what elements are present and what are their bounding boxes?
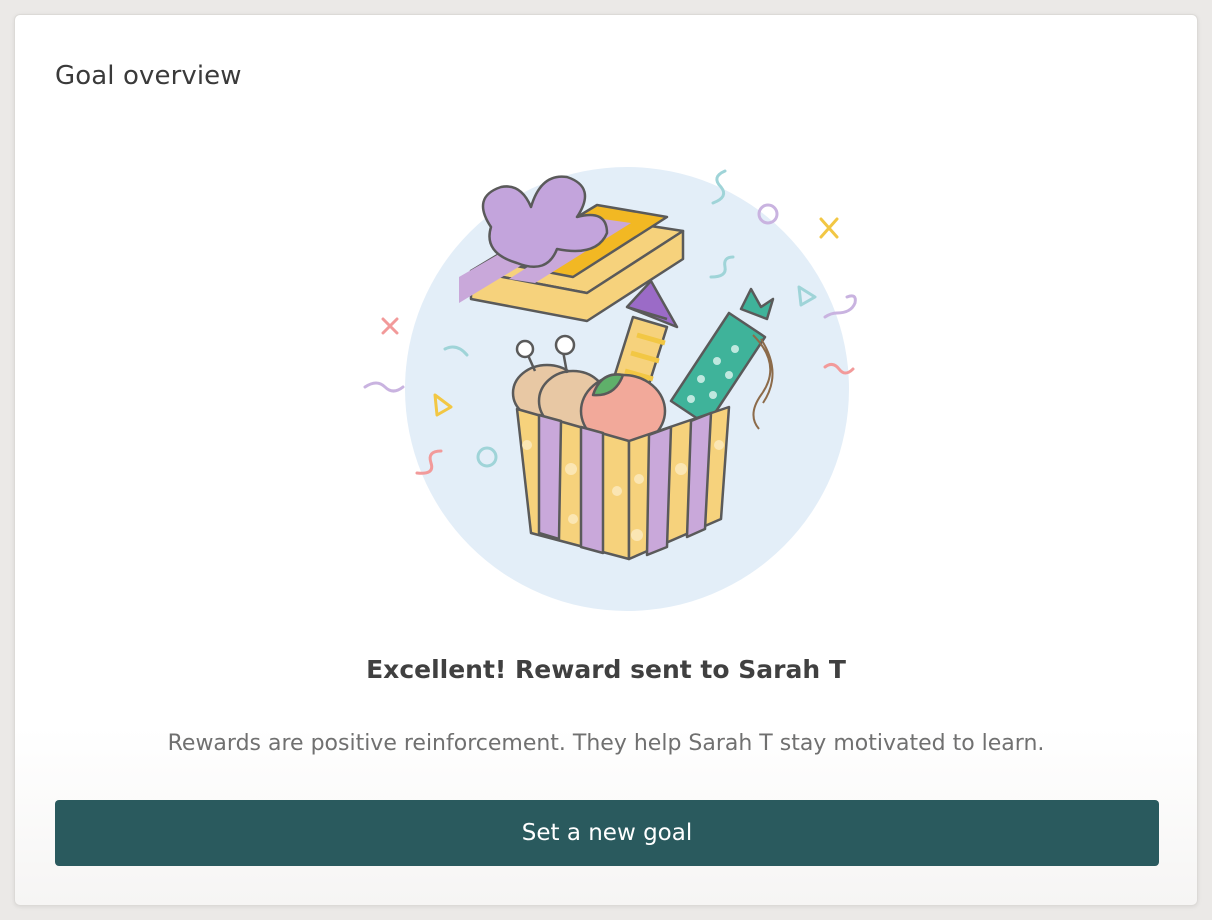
goal-overview-card: Goal overview Excellent! Reward sent to …: [14, 14, 1198, 906]
set-new-goal-button[interactable]: Set a new goal: [55, 800, 1159, 866]
reward-gift-illustration: [363, 167, 857, 611]
reward-description: Rewards are positive reinforcement. They…: [167, 731, 1045, 756]
success-headline: Excellent! Reward sent to Sarah T: [366, 655, 846, 684]
card-title: Goal overview: [55, 61, 242, 91]
